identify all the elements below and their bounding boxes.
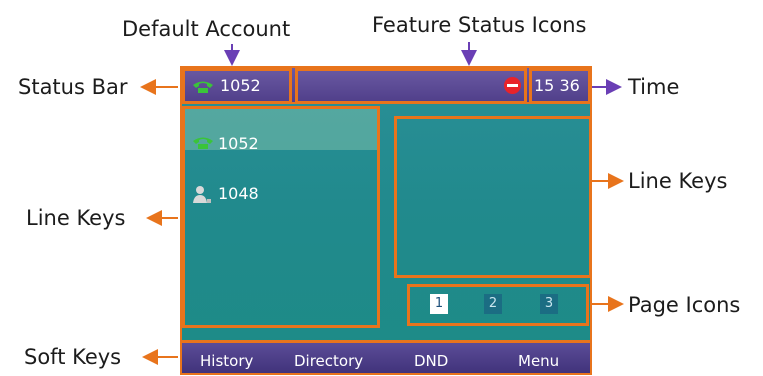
callout-arrows (140, 42, 624, 365)
